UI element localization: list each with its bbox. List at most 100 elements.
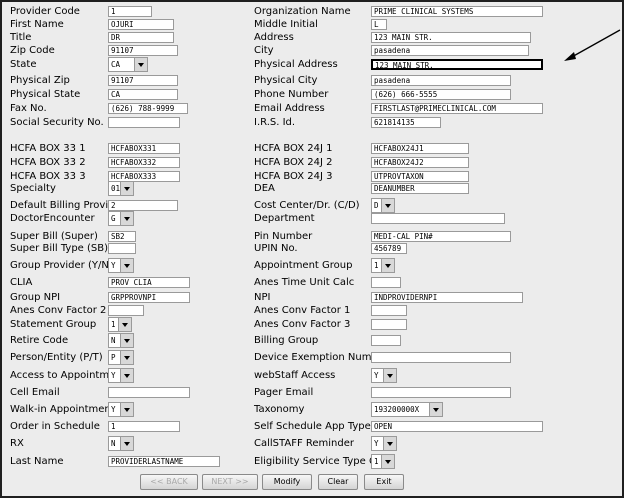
organization-name-label: Organization Name — [254, 6, 351, 17]
billing-group-label: Billing Group — [254, 335, 319, 346]
chevron-down-icon[interactable] — [429, 403, 442, 416]
chevron-down-icon[interactable] — [381, 455, 394, 468]
last-name-field[interactable]: PROVIDERLASTNAME — [108, 456, 220, 467]
title-field[interactable]: DR — [108, 32, 174, 43]
chevron-down-icon[interactable] — [381, 259, 394, 272]
doctorencounter-label: DoctorEncounter — [10, 213, 95, 224]
cost-center-dr-c-d-select[interactable]: D — [371, 198, 395, 213]
zip-code-field[interactable]: 91107 — [108, 45, 178, 56]
anes-time-unit-calc-field[interactable] — [371, 277, 401, 288]
device-exemption-number-label: Device Exemption Number — [254, 352, 389, 363]
super-bill-type-sb-label: Super Bill Type (SB) — [10, 243, 109, 254]
exit-button[interactable]: Exit — [364, 474, 404, 490]
social-security-no-field[interactable] — [108, 117, 180, 128]
physical-state-field[interactable]: CA — [108, 89, 178, 100]
first-name-field[interactable]: OJURI — [108, 19, 174, 30]
hcfa-box-24j-3-field[interactable]: UTPROVTAXON — [371, 171, 469, 182]
physical-city-field[interactable]: pasadena — [371, 75, 511, 86]
person-entity-p-t-select-value: P — [111, 353, 116, 362]
retire-code-select-value: N — [111, 336, 116, 345]
physical-zip-label: Physical Zip — [10, 75, 70, 86]
address-field[interactable]: 123 MAIN STR. — [371, 32, 531, 43]
clia-field[interactable]: PROV CLIA — [108, 277, 190, 288]
person-entity-p-t-select[interactable]: P — [108, 350, 134, 365]
pager-email-label: Pager Email — [254, 387, 314, 398]
retire-code-select[interactable]: N — [108, 333, 134, 348]
i-r-s-id-label: I.R.S. Id. — [254, 117, 296, 128]
chevron-down-icon[interactable] — [120, 351, 133, 364]
chevron-down-icon[interactable] — [134, 58, 147, 71]
physical-zip-field[interactable]: 91107 — [108, 75, 178, 86]
chevron-down-icon[interactable] — [118, 318, 131, 331]
upin-no-field[interactable]: 456789 — [371, 243, 407, 254]
i-r-s-id-field[interactable]: 621814135 — [371, 117, 441, 128]
chevron-down-icon[interactable] — [383, 369, 396, 382]
appointment-group-select[interactable]: 1 — [371, 258, 395, 273]
chevron-down-icon[interactable] — [120, 437, 133, 450]
middle-initial-field[interactable]: L — [371, 19, 387, 30]
self-schedule-app-type-field[interactable]: OPEN — [371, 421, 543, 432]
rx-select[interactable]: N — [108, 436, 134, 451]
chevron-down-icon[interactable] — [383, 437, 396, 450]
pin-number-field[interactable]: MEDI-CAL PIN# — [371, 231, 511, 242]
chevron-down-icon[interactable] — [120, 212, 133, 225]
specialty-select[interactable]: 010 — [108, 181, 134, 196]
provider-code-field[interactable]: 1 — [108, 6, 152, 17]
default-billing-provider-field[interactable]: 2 — [108, 200, 178, 211]
hcfa-box-24j-2-field[interactable]: HCFABOX24J2 — [371, 157, 469, 168]
super-bill-type-sb-field[interactable] — [108, 243, 136, 254]
hcfa-box-24j-1-field[interactable]: HCFABOX24J1 — [371, 143, 469, 154]
callstaff-reminder-label: CallSTAFF Reminder — [254, 438, 354, 449]
city-field[interactable]: pasadena — [371, 45, 529, 56]
access-to-appointment-select-value: Y — [111, 371, 116, 380]
hcfa-box-24j-1-label: HCFA BOX 24J 1 — [254, 143, 333, 154]
dea-field[interactable]: DEANUMBER — [371, 183, 469, 194]
doctorencounter-select[interactable]: G — [108, 211, 134, 226]
hcfa-box-33-1-field[interactable]: HCFABOX331 — [108, 143, 180, 154]
webstaff-access-select-value: Y — [374, 371, 379, 380]
physical-address-field[interactable]: 123 MAIN STR. — [371, 59, 543, 70]
cell-email-label: Cell Email — [10, 387, 60, 398]
cell-email-field[interactable] — [108, 387, 190, 398]
provider-form: Provider Code 1 First Name OJURI Title DR Zip … — [2, 2, 622, 496]
group-npi-field[interactable]: GRPPROVNPI — [108, 292, 190, 303]
statement-group-select[interactable]: 1 — [108, 317, 132, 332]
anes-conv-factor-2-field[interactable] — [108, 305, 144, 316]
email-address-field[interactable]: FIRSTLAST@PRIMECLINICAL.COM — [371, 103, 543, 114]
hcfa-box-33-2-field[interactable]: HCFABOX332 — [108, 157, 180, 168]
eligibility-service-type-code-select[interactable]: 1 — [371, 454, 395, 469]
address-label: Address — [254, 32, 294, 43]
organization-name-field[interactable]: PRIME CLINICAL SYSTEMS — [371, 6, 543, 17]
chevron-down-icon[interactable] — [120, 369, 133, 382]
chevron-down-icon[interactable] — [120, 259, 133, 272]
access-to-appointment-select[interactable]: Y — [108, 368, 134, 383]
npi-field[interactable]: INDPROVIDERNPI — [371, 292, 523, 303]
group-provider-y-n-select[interactable]: Y — [108, 258, 134, 273]
taxonomy-label: Taxonomy — [254, 404, 305, 415]
billing-group-field[interactable] — [371, 335, 401, 346]
chevron-down-icon[interactable] — [120, 403, 133, 416]
appointment-group-select-value: 1 — [374, 261, 379, 270]
anes-conv-factor-1-field[interactable] — [371, 305, 407, 316]
modify-button[interactable]: Modify — [262, 474, 312, 490]
state-select-value: CA — [111, 60, 121, 69]
department-field[interactable] — [371, 213, 505, 224]
clear-button[interactable]: Clear — [318, 474, 358, 490]
super-bill-super-field[interactable]: SB2 — [108, 231, 136, 242]
physical-city-label: Physical City — [254, 75, 318, 86]
chevron-down-icon[interactable] — [381, 199, 394, 212]
state-select[interactable]: CA — [108, 57, 148, 72]
walk-in-appointment-select[interactable]: Y — [108, 402, 134, 417]
chevron-down-icon[interactable] — [120, 182, 133, 195]
fax-no-field[interactable]: (626) 788-9999 — [108, 103, 188, 114]
pager-email-field[interactable] — [371, 387, 511, 398]
anes-conv-factor-3-field[interactable] — [371, 319, 407, 330]
chevron-down-icon[interactable] — [120, 334, 133, 347]
order-in-schedule-field[interactable]: 1 — [108, 421, 180, 432]
taxonomy-select[interactable]: 193200000X — [371, 402, 443, 417]
device-exemption-number-field[interactable] — [371, 352, 511, 363]
rx-label: RX — [10, 438, 24, 449]
callstaff-reminder-select[interactable]: Y — [371, 436, 397, 451]
phone-number-field[interactable]: (626) 666-5555 — [371, 89, 511, 100]
webstaff-access-select[interactable]: Y — [371, 368, 397, 383]
